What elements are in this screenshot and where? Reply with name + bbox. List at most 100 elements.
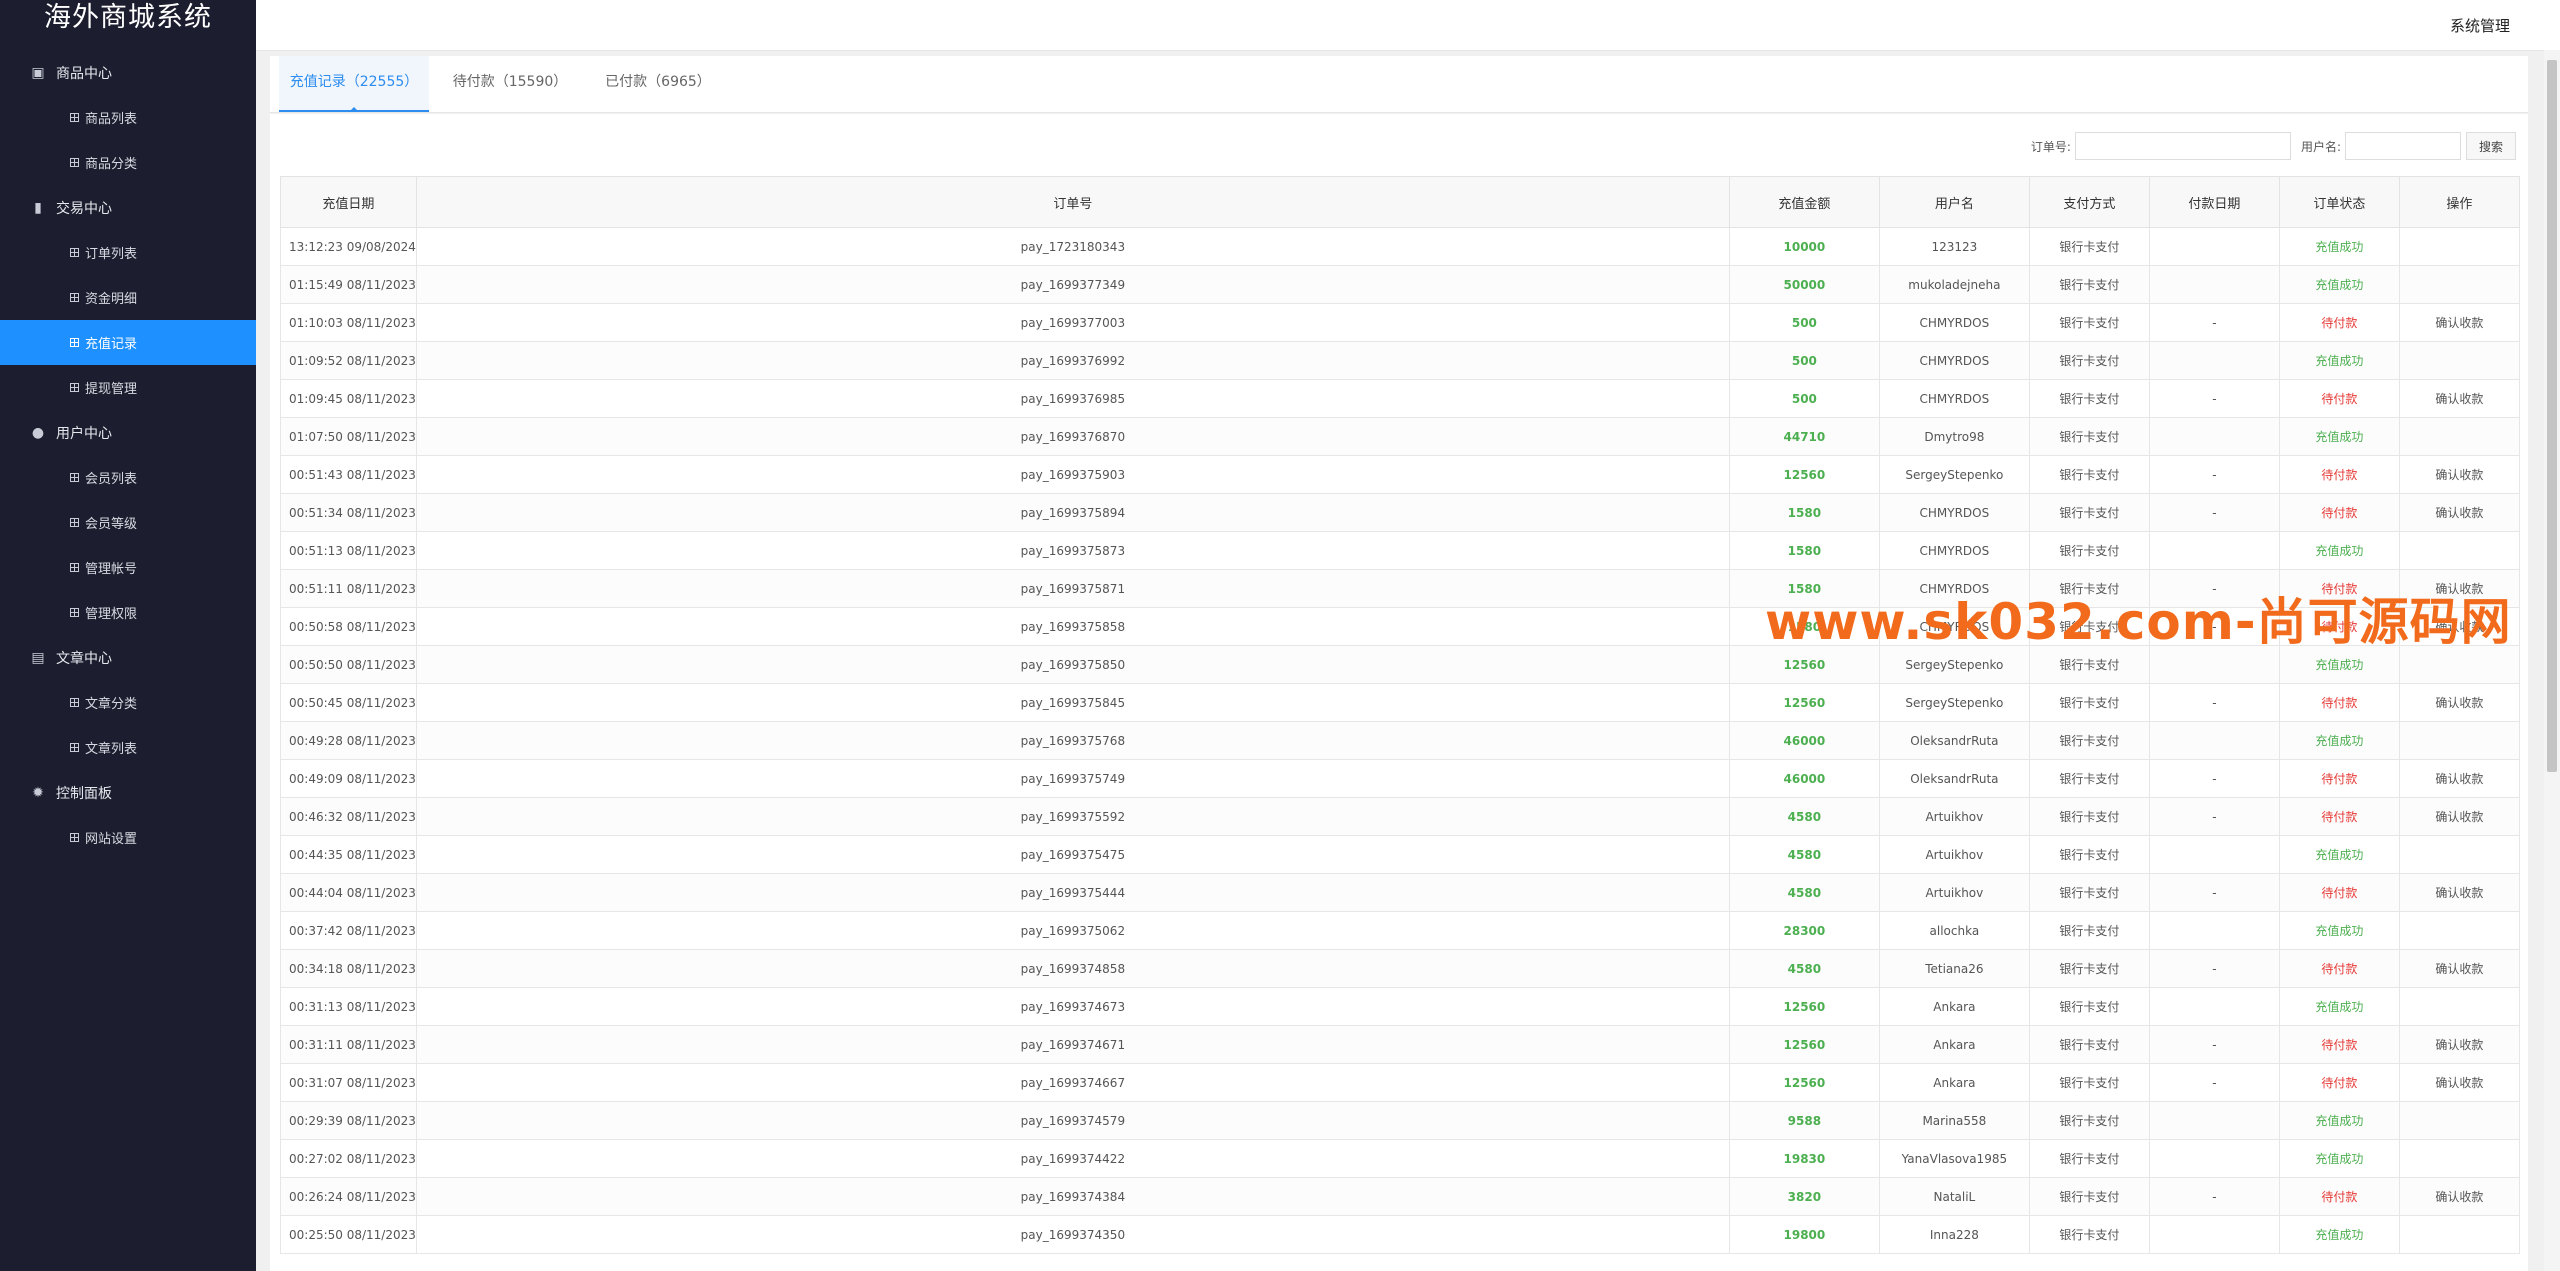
- confirm-receipt-button[interactable]: 确认收款: [2398, 949, 2520, 988]
- sidebar-item-1-1[interactable]: 资金明细: [0, 275, 256, 320]
- sidebar-item-0-0[interactable]: 商品列表: [0, 95, 256, 140]
- sidebar-item-label: 网站设置: [85, 832, 138, 847]
- sidebar-item-2-1[interactable]: 会员等级: [0, 500, 256, 545]
- vertical-scrollbar[interactable]: [2544, 50, 2560, 1271]
- confirm-receipt-button[interactable]: 确认收款: [2398, 797, 2520, 836]
- order-status-cell: 充值成功: [2278, 721, 2400, 760]
- payment-date-cell: -: [2148, 379, 2280, 418]
- username-cell: Artuikhov: [1878, 835, 2030, 874]
- username-input[interactable]: [2344, 132, 2461, 160]
- order-status-cell: 充值成功: [2278, 1101, 2400, 1140]
- confirm-receipt-button[interactable]: 确认收款: [2398, 1177, 2520, 1216]
- action-cell: [2398, 1139, 2520, 1178]
- plus-square-icon: [70, 743, 79, 752]
- confirm-receipt-button[interactable]: 确认收款: [2398, 683, 2520, 722]
- sidebar-group-4[interactable]: ✹ 控制面板: [0, 770, 256, 815]
- username-cell: Artuikhov: [1878, 797, 2030, 836]
- sidebar-item-label: 资金明细: [85, 292, 138, 307]
- order-number-cell: pay_1699375858: [415, 607, 1730, 646]
- order-status-cell: 待付款: [2278, 455, 2400, 494]
- sidebar-item-4-0[interactable]: 网站设置: [0, 815, 256, 860]
- recharge-date-cell: 00:44:04 08/11/2023: [280, 873, 417, 912]
- order-number-cell: pay_1699375768: [415, 721, 1730, 760]
- table-row: 01:09:52 08/11/2023 pay_1699376992 500 CHMY…: [280, 341, 2520, 380]
- order-number-input[interactable]: [2074, 132, 2291, 160]
- sidebar-group-1[interactable]: ▮ 交易中心: [0, 185, 256, 230]
- username-cell: SergeyStepenko: [1878, 683, 2030, 722]
- order-number-cell: pay_1699375871: [415, 569, 1730, 608]
- amount-cell: 46000: [1728, 759, 1880, 798]
- payment-method-cell: 银行卡支付: [2028, 531, 2150, 570]
- tab-recharge-records[interactable]: 充值记录（22555）: [279, 56, 429, 112]
- plus-square-icon: [70, 293, 79, 302]
- payment-method-cell: 银行卡支付: [2028, 379, 2150, 418]
- sidebar-item-1-2[interactable]: 充值记录: [0, 320, 256, 365]
- amount-cell: 9588: [1728, 1101, 1880, 1140]
- payment-method-cell: 银行卡支付: [2028, 873, 2150, 912]
- amount-cell: 12560: [1728, 1025, 1880, 1064]
- sidebar-item-1-0[interactable]: 订单列表: [0, 230, 256, 275]
- username-cell: OleksandrRuta: [1878, 721, 2030, 760]
- confirm-receipt-button[interactable]: 确认收款: [2398, 1025, 2520, 1064]
- payment-date-cell: -: [2148, 949, 2280, 988]
- table-row: 00:25:50 08/11/2023 pay_1699374350 19800 In…: [280, 1215, 2520, 1254]
- confirm-receipt-button[interactable]: 确认收款: [2398, 379, 2520, 418]
- payment-date-cell: -: [2148, 1063, 2280, 1102]
- order-number-cell: pay_1723180343: [415, 227, 1730, 266]
- username-label: 用户名:: [2300, 139, 2341, 154]
- payment-method-cell: 银行卡支付: [2028, 227, 2150, 266]
- table-row: 00:44:04 08/11/2023 pay_1699375444 4580 Art…: [280, 873, 2520, 912]
- recharge-date-cell: 00:26:24 08/11/2023: [280, 1177, 417, 1216]
- confirm-receipt-button[interactable]: 确认收款: [2398, 303, 2520, 342]
- sidebar-menu: ▣ 商品中心 商品列表 商品分类 ▮ 交易中心 订单列表 资金明细 充值记录 提现管理 ● 用户中心会…: [0, 50, 256, 860]
- confirm-receipt-button[interactable]: 确认收款: [2398, 759, 2520, 798]
- sidebar-item-label: 管理权限: [85, 607, 138, 622]
- confirm-receipt-button[interactable]: 确认收款: [2398, 873, 2520, 912]
- table-row: 00:49:28 08/11/2023 pay_1699375768 46000 Ol…: [280, 721, 2520, 760]
- order-number-cell: pay_1699374667: [415, 1063, 1730, 1102]
- payment-date-cell: -: [2148, 493, 2280, 532]
- sidebar-item-0-1[interactable]: 商品分类: [0, 140, 256, 185]
- user-icon: ●: [31, 424, 45, 441]
- action-cell: [2398, 1215, 2520, 1254]
- recharge-date-cell: 00:27:02 08/11/2023: [280, 1139, 417, 1178]
- recharge-date-cell: 00:51:13 08/11/2023: [280, 531, 417, 570]
- table-row: 00:49:09 08/11/2023 pay_1699375749 46000 Ol…: [280, 759, 2520, 798]
- sidebar-group-3[interactable]: ▤ 文章中心: [0, 635, 256, 680]
- payment-date-cell: [2148, 531, 2280, 570]
- table-header-row: 充值日期 订单号 充值金额 用户名 支付方式 付款日期 订单状态 操作: [280, 176, 2520, 228]
- confirm-receipt-button[interactable]: 确认收款: [2398, 455, 2520, 494]
- username-cell: Inna228: [1878, 1215, 2030, 1254]
- system-management-menu[interactable]: 系统管理: [2450, 15, 2510, 36]
- recharge-date-cell: 00:51:11 08/11/2023: [280, 569, 417, 608]
- confirm-receipt-button[interactable]: 确认收款: [2398, 493, 2520, 532]
- sidebar-item-2-2[interactable]: 管理帐号: [0, 545, 256, 590]
- sidebar-item-2-0[interactable]: 会员列表: [0, 455, 256, 500]
- payment-method-cell: 银行卡支付: [2028, 721, 2150, 760]
- payment-method-cell: 银行卡支付: [2028, 987, 2150, 1026]
- search-button[interactable]: 搜索: [2465, 132, 2516, 160]
- recharge-date-cell: 00:25:50 08/11/2023: [280, 1215, 417, 1254]
- sidebar-group-2[interactable]: ● 用户中心: [0, 410, 256, 455]
- recharge-table: 充值日期 订单号 充值金额 用户名 支付方式 付款日期 订单状态 操作 13:12:23 09…: [280, 176, 2520, 1254]
- sidebar-group-label: 商品中心: [56, 65, 112, 82]
- order-status-cell: 待付款: [2278, 379, 2400, 418]
- tab-pending-payment[interactable]: 待付款（15590）: [440, 56, 580, 110]
- order-status-cell: 待付款: [2278, 303, 2400, 342]
- confirm-receipt-button[interactable]: 确认收款: [2398, 1063, 2520, 1102]
- tab-paid[interactable]: 已付款（6965）: [588, 56, 728, 110]
- payment-method-cell: 银行卡支付: [2028, 1139, 2150, 1178]
- scrollbar-thumb[interactable]: [2547, 60, 2557, 772]
- sidebar-group-0[interactable]: ▣ 商品中心: [0, 50, 256, 95]
- payment-method-cell: 银行卡支付: [2028, 1101, 2150, 1140]
- sidebar-item-label: 商品列表: [85, 112, 138, 127]
- sidebar-group-label: 交易中心: [56, 200, 112, 217]
- sidebar-item-1-3[interactable]: 提现管理: [0, 365, 256, 410]
- order-status-cell: 充值成功: [2278, 987, 2400, 1026]
- username-cell: mukoladejneha: [1878, 265, 2030, 304]
- order-number-cell: pay_1699375845: [415, 683, 1730, 722]
- sidebar-item-3-1[interactable]: 文章列表: [0, 725, 256, 770]
- sidebar-item-3-0[interactable]: 文章分类: [0, 680, 256, 725]
- sidebar-item-2-3[interactable]: 管理权限: [0, 590, 256, 635]
- grid-icon: ▣: [31, 64, 45, 81]
